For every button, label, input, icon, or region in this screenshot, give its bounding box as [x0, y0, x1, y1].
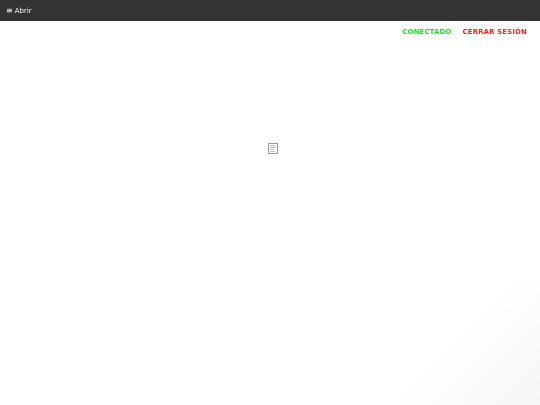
session-status-area: CONECTADO CERRAR SESIÓN — [402, 28, 527, 36]
page-corner-shading — [400, 285, 540, 405]
broken-image-icon — [268, 139, 278, 154]
hamburger-menu-icon: ≡ — [6, 5, 13, 15]
logout-link[interactable]: CERRAR SESIÓN — [462, 28, 527, 36]
connection-status-label: CONECTADO — [402, 28, 452, 36]
open-menu-label: Abrir — [14, 6, 32, 15]
open-menu-button[interactable]: ≡ Abrir — [6, 0, 32, 21]
top-navigation-bar: ≡ Abrir — [0, 0, 540, 21]
